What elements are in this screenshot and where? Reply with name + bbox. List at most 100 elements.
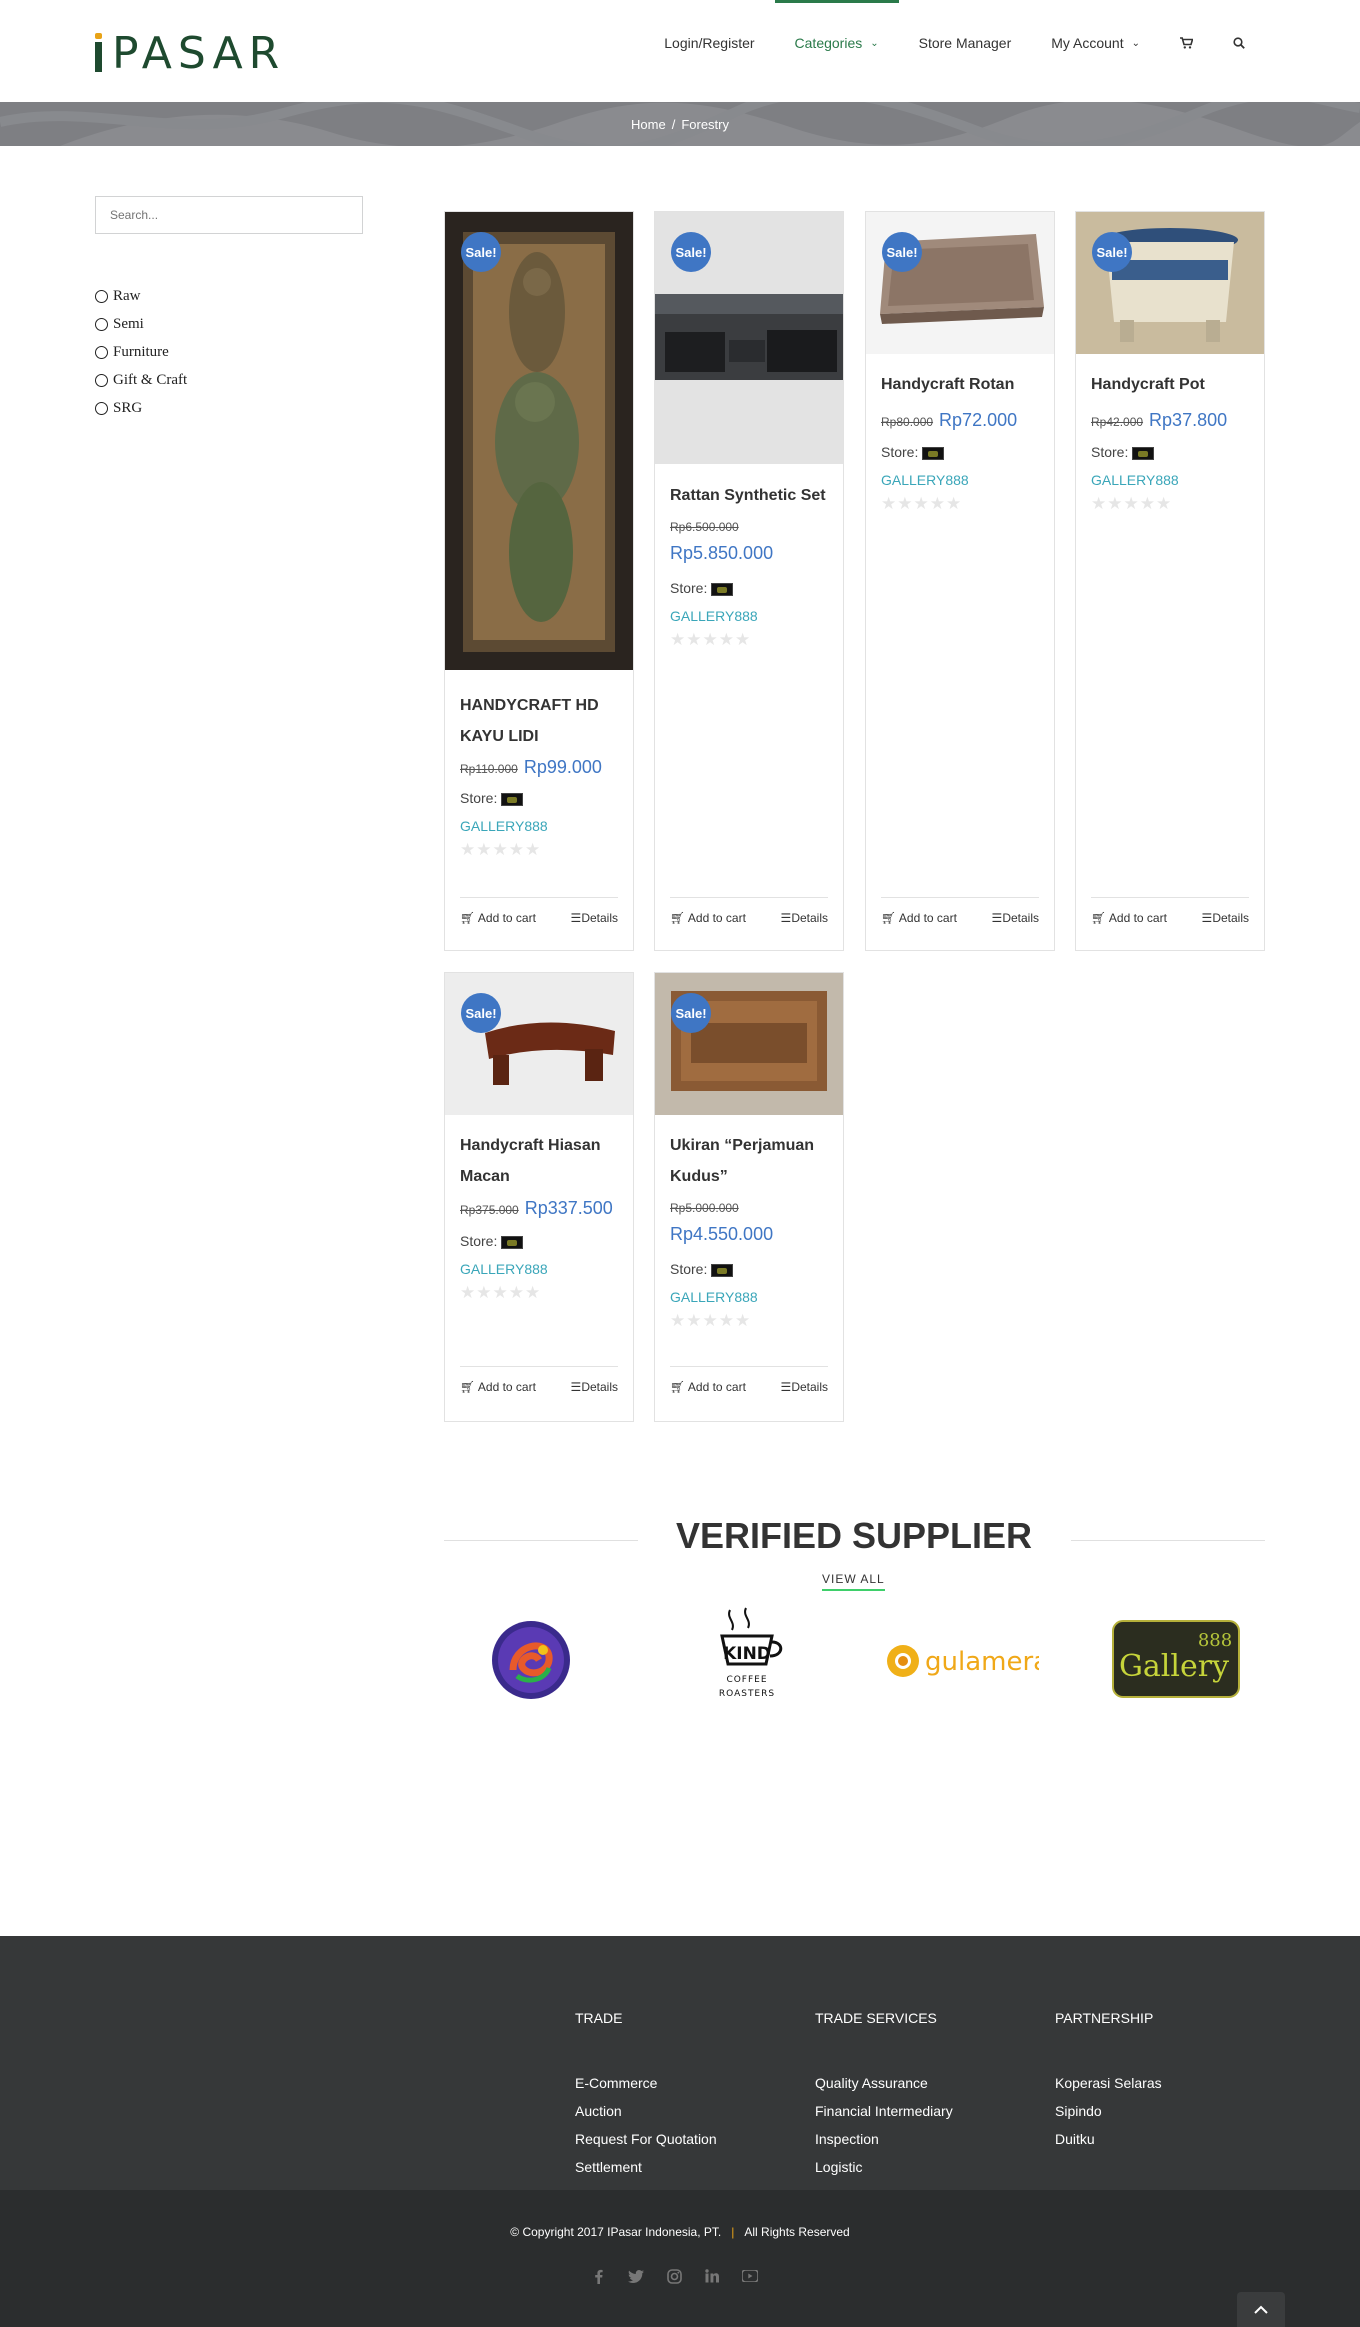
nav-login-register[interactable]: Login/Register xyxy=(644,0,774,86)
footer-link[interactable]: Settlement xyxy=(575,2153,717,2181)
store-link[interactable]: GALLERY888 xyxy=(460,812,548,840)
filter-raw[interactable]: Raw xyxy=(95,282,187,310)
footer-link[interactable]: Sipindo xyxy=(1055,2097,1162,2125)
details-button[interactable]: ☰Details xyxy=(781,911,828,925)
list-icon: ☰ xyxy=(1201,910,1213,925)
facebook-icon[interactable] xyxy=(590,2268,606,2284)
breadcrumb-current: Forestry xyxy=(681,116,729,132)
add-to-cart-button[interactable]: 🛒︎ Add to cart xyxy=(670,911,746,925)
radio-icon[interactable] xyxy=(95,373,108,387)
product-title[interactable]: Ukiran “Perjamuan Kudus” xyxy=(670,1130,835,1192)
product-title[interactable]: Handycraft Hiasan Macan xyxy=(460,1130,625,1192)
footer-link[interactable]: Duitku xyxy=(1055,2125,1162,2153)
add-to-cart-button[interactable]: 🛒︎ Add to cart xyxy=(460,911,536,925)
nav-store-manager[interactable]: Store Manager xyxy=(899,0,1032,86)
sale-price: Rp5.850.000 xyxy=(670,543,774,563)
gallery-wordmark: Gallery xyxy=(1119,1649,1229,1684)
sale-badge: Sale! xyxy=(1092,232,1132,272)
list-icon: ☰ xyxy=(570,910,582,925)
add-to-cart-button[interactable]: 🛒︎ Add to cart xyxy=(881,911,957,925)
sale-price: Rp37.800 xyxy=(1149,410,1228,430)
store-logo xyxy=(711,582,734,596)
store-label: Store: xyxy=(670,1255,734,1283)
product-price: Rp375.000 Rp337.500 xyxy=(460,1195,630,1223)
footer-link[interactable]: Financial Intermediary xyxy=(815,2097,953,2125)
add-to-cart-label: Add to cart xyxy=(477,1379,536,1394)
product-title[interactable]: HANDYCRAFT HD KAYU LIDI xyxy=(460,690,625,752)
footer-link[interactable]: Inspection xyxy=(815,2125,953,2153)
details-button[interactable]: ☰Details xyxy=(1202,911,1249,925)
store-link[interactable]: GALLERY888 xyxy=(881,466,969,494)
radio-icon[interactable] xyxy=(95,289,108,303)
filter-srg[interactable]: SRG xyxy=(95,394,187,422)
twitter-icon[interactable] xyxy=(628,2268,644,2284)
chevron-down-icon: ⌄ xyxy=(1131,37,1140,49)
site-logo[interactable]: PASAR xyxy=(95,28,285,76)
details-button[interactable]: ☰Details xyxy=(781,1380,828,1394)
supplier-logo-kind-coffee[interactable]: KIND COFFEE ROASTERS xyxy=(700,1604,794,1708)
details-button[interactable]: ☰Details xyxy=(992,911,1039,925)
category-filter-list: Raw Semi Furniture Gift & Craft SRG xyxy=(95,282,187,422)
radio-icon[interactable] xyxy=(95,345,108,359)
product-title[interactable]: Rattan Synthetic Set xyxy=(670,480,835,511)
footer-link[interactable]: E-Commerce xyxy=(575,2069,717,2097)
product-title[interactable]: Handycraft Rotan xyxy=(881,369,1046,400)
nav-store-manager-label: Store Manager xyxy=(918,35,1012,51)
store-link[interactable]: GALLERY888 xyxy=(670,602,758,630)
copyright-separator: | xyxy=(731,2225,735,2239)
filter-gift-craft[interactable]: Gift & Craft xyxy=(95,366,187,394)
sale-badge: Sale! xyxy=(671,232,711,272)
sale-price: Rp337.500 xyxy=(524,1198,613,1218)
product-title[interactable]: Handycraft Pot xyxy=(1091,369,1256,400)
footer-link[interactable]: Logistic xyxy=(815,2153,953,2181)
youtube-icon[interactable] xyxy=(742,2268,758,2284)
supplier-logo-gallery888[interactable]: 888 Gallery xyxy=(1112,1620,1240,1703)
store-label-text: Store: xyxy=(460,1233,498,1249)
site-header: PASAR Login/Register Categories ⌄ Store M… xyxy=(0,0,1360,102)
product-price: Rp6.500.000 xyxy=(670,514,840,540)
filter-furniture[interactable]: Furniture xyxy=(95,338,187,366)
add-to-cart-label: Add to cart xyxy=(687,1379,746,1394)
rating-stars: ★★★★★ xyxy=(670,1311,752,1330)
store-link[interactable]: GALLERY888 xyxy=(460,1255,548,1283)
product-price: Rp5.850.000 xyxy=(670,540,840,568)
filter-label: Gift & Craft xyxy=(113,371,188,388)
card-actions: 🛒︎ Add to cart ☰Details xyxy=(670,897,828,937)
back-to-top-button[interactable] xyxy=(1237,2292,1285,2327)
filter-label: Semi xyxy=(113,315,144,332)
supplier-logo-batik[interactable] xyxy=(491,1620,571,1705)
add-to-cart-button[interactable]: 🛒︎ Add to cart xyxy=(1091,911,1167,925)
cart-icon: 🛒︎ xyxy=(460,910,476,925)
nav-my-account[interactable]: My Account ⌄ xyxy=(1031,0,1160,86)
search-input[interactable] xyxy=(95,196,363,234)
supplier-logo-gulamera[interactable]: gulamera xyxy=(885,1642,1049,1685)
add-to-cart-button[interactable]: 🛒︎ Add to cart xyxy=(460,1380,536,1394)
list-icon: ☰ xyxy=(991,910,1003,925)
store-link[interactable]: GALLERY888 xyxy=(670,1283,758,1311)
search-icon[interactable] xyxy=(1213,0,1265,86)
view-all-link[interactable]: VIEW ALL xyxy=(822,1572,885,1591)
radio-icon[interactable] xyxy=(95,317,108,331)
footer-link[interactable]: Koperasi Selaras xyxy=(1055,2069,1162,2097)
breadcrumb-home[interactable]: Home xyxy=(631,117,666,132)
filter-semi[interactable]: Semi xyxy=(95,310,187,338)
linkedin-icon[interactable] xyxy=(704,2268,720,2284)
rating-stars: ★★★★★ xyxy=(881,494,963,513)
product-price: Rp110.000 Rp99.000 xyxy=(460,754,630,782)
nav-categories[interactable]: Categories ⌄ xyxy=(774,0,899,86)
product-image[interactable] xyxy=(445,212,633,670)
instagram-icon[interactable] xyxy=(666,2268,682,2284)
radio-icon[interactable] xyxy=(95,401,108,415)
old-price: Rp375.000 xyxy=(460,1203,519,1217)
details-button[interactable]: ☰Details xyxy=(571,1380,618,1394)
add-to-cart-button[interactable]: 🛒︎ Add to cart xyxy=(670,1380,746,1394)
footer-link[interactable]: Request For Quotation xyxy=(575,2125,717,2153)
footer-column-trade-services: TRADE SERVICES Quality Assurance Financi… xyxy=(815,2010,953,2181)
footer-link[interactable]: Quality Assurance xyxy=(815,2069,953,2097)
store-link[interactable]: GALLERY888 xyxy=(1091,466,1179,494)
cart-icon: 🛒︎ xyxy=(670,910,686,925)
details-button[interactable]: ☰Details xyxy=(571,911,618,925)
cart-icon[interactable] xyxy=(1160,0,1213,86)
details-label: Details xyxy=(581,910,618,925)
footer-link[interactable]: Auction xyxy=(575,2097,717,2125)
